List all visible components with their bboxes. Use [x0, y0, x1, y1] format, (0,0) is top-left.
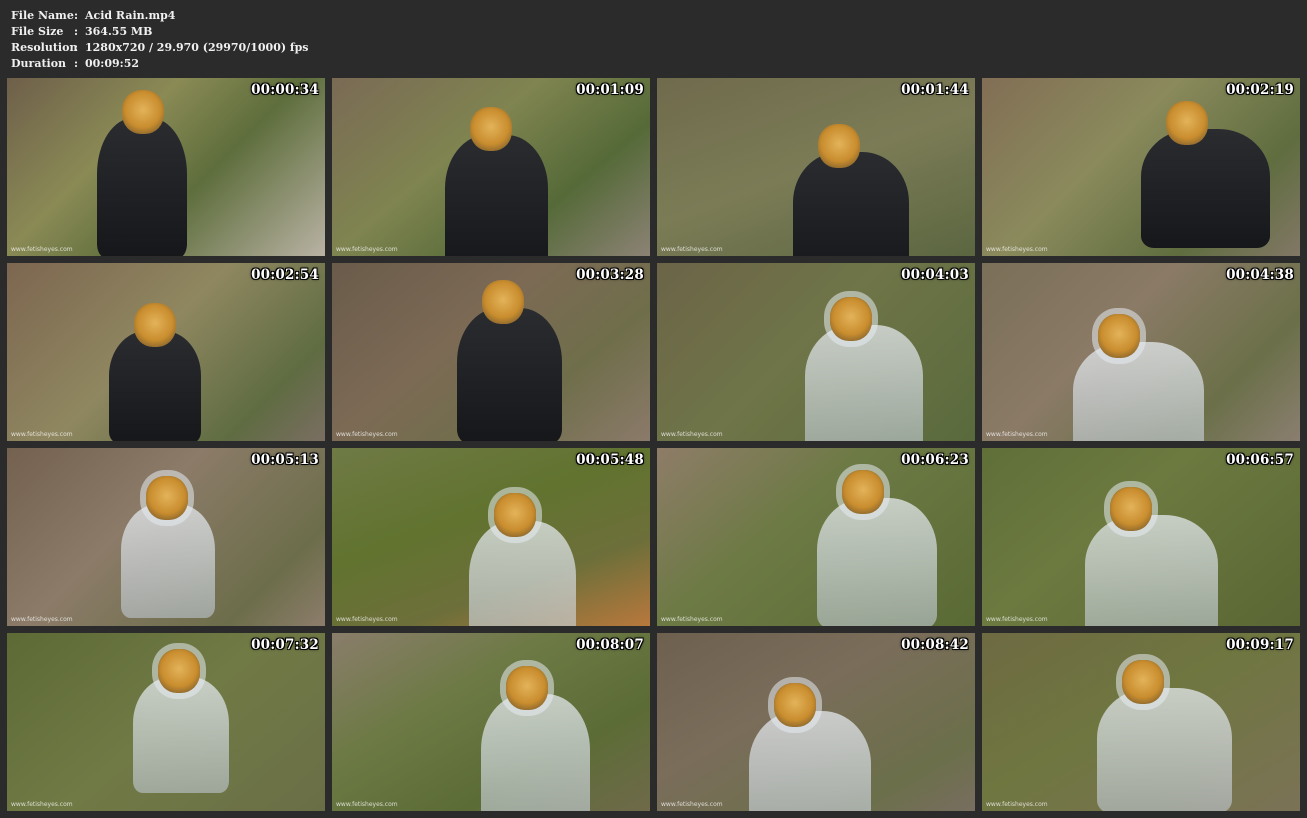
mask-shape	[1098, 314, 1140, 358]
mask-shape	[1122, 660, 1164, 704]
video-thumbnail: 00:08:07 www.fetisheyes.com	[332, 633, 650, 811]
separator: :	[74, 41, 79, 54]
watermark-text: www.fetisheyes.com	[11, 801, 73, 808]
separator: :	[74, 57, 79, 70]
figure-silhouette	[749, 711, 871, 811]
video-thumbnail: 00:02:54 www.fetisheyes.com	[7, 263, 325, 441]
mask-shape	[470, 107, 512, 151]
video-thumbnail: 00:02:19 www.fetisheyes.com	[982, 78, 1300, 256]
duration-row: Duration : 00:09:52	[11, 56, 309, 72]
file-size-row: File Size : 364.55 MB	[11, 24, 309, 40]
video-thumbnail: 00:09:17 www.fetisheyes.com	[982, 633, 1300, 811]
watermark-text: www.fetisheyes.com	[661, 246, 723, 253]
video-thumbnail: 00:01:44 www.fetisheyes.com	[657, 78, 975, 256]
video-thumbnail: 00:06:23 www.fetisheyes.com	[657, 448, 975, 626]
figure-silhouette	[805, 325, 923, 441]
video-thumbnail: 00:00:34 www.fetisheyes.com	[7, 78, 325, 256]
thumbnail-timestamp: 00:03:28	[576, 267, 644, 283]
duration-value: 00:09:52	[85, 57, 140, 70]
mask-shape	[146, 476, 188, 520]
file-size-value: 364.55 MB	[85, 25, 153, 38]
watermark-text: www.fetisheyes.com	[336, 616, 398, 623]
thumbnail-timestamp: 00:08:07	[576, 637, 644, 653]
video-thumbnail: 00:05:48 www.fetisheyes.com	[332, 448, 650, 626]
watermark-text: www.fetisheyes.com	[336, 246, 398, 253]
watermark-text: www.fetisheyes.com	[986, 801, 1048, 808]
thumbnail-timestamp: 00:00:34	[251, 82, 319, 98]
watermark-text: www.fetisheyes.com	[336, 801, 398, 808]
mask-shape	[506, 666, 548, 710]
thumbnail-timestamp: 00:01:44	[901, 82, 969, 98]
video-thumbnail: 00:04:38 www.fetisheyes.com	[982, 263, 1300, 441]
thumbnail-timestamp: 00:05:48	[576, 452, 644, 468]
video-thumbnail: 00:06:57 www.fetisheyes.com	[982, 448, 1300, 626]
mask-shape	[1166, 101, 1208, 145]
video-thumbnail: 00:08:42 www.fetisheyes.com	[657, 633, 975, 811]
thumbnail-timestamp: 00:04:03	[901, 267, 969, 283]
thumbnail-timestamp: 00:05:13	[251, 452, 319, 468]
figure-silhouette	[481, 694, 590, 811]
watermark-text: www.fetisheyes.com	[986, 431, 1048, 438]
file-name-row: File Name : Acid Rain.mp4	[11, 8, 309, 24]
figure-silhouette	[1141, 129, 1270, 248]
resolution-value: 1280x720 / 29.970 (29970/1000) fps	[85, 41, 309, 54]
file-name-label: File Name	[11, 9, 74, 22]
separator: :	[74, 25, 79, 38]
watermark-text: www.fetisheyes.com	[11, 431, 73, 438]
video-thumbnail: 00:05:13 www.fetisheyes.com	[7, 448, 325, 626]
resolution-label: Resolution	[11, 41, 78, 54]
figure-silhouette	[1073, 342, 1204, 441]
figure-silhouette	[445, 135, 548, 256]
thumbnail-timestamp: 00:01:09	[576, 82, 644, 98]
figure-silhouette	[469, 521, 576, 626]
thumbnail-timestamp: 00:06:57	[1226, 452, 1294, 468]
mask-shape	[494, 493, 536, 537]
file-info-header: File Name : Acid Rain.mp4 File Size : 36…	[11, 8, 309, 72]
thumbnail-timestamp: 00:07:32	[251, 637, 319, 653]
resolution-row: Resolution : 1280x720 / 29.970 (29970/10…	[11, 40, 309, 56]
mask-shape	[842, 470, 884, 514]
figure-silhouette	[109, 331, 201, 441]
mask-shape	[818, 124, 860, 168]
figure-silhouette	[457, 308, 562, 441]
thumbnail-grid: 00:00:34 www.fetisheyes.com 00:01:09 www.fe…	[7, 78, 1301, 811]
thumbnail-timestamp: 00:02:19	[1226, 82, 1294, 98]
figure-silhouette	[1085, 515, 1218, 626]
mask-shape	[122, 90, 164, 134]
mask-shape	[158, 649, 200, 693]
watermark-text: www.fetisheyes.com	[986, 616, 1048, 623]
thumbnail-timestamp: 00:04:38	[1226, 267, 1294, 283]
video-thumbnail: 00:01:09 www.fetisheyes.com	[332, 78, 650, 256]
video-thumbnail: 00:07:32 www.fetisheyes.com	[7, 633, 325, 811]
duration-label: Duration	[11, 57, 67, 70]
video-thumbnail: 00:04:03 www.fetisheyes.com	[657, 263, 975, 441]
thumbnail-timestamp: 00:06:23	[901, 452, 969, 468]
watermark-text: www.fetisheyes.com	[661, 801, 723, 808]
mask-shape	[134, 303, 176, 347]
watermark-text: www.fetisheyes.com	[11, 616, 73, 623]
watermark-text: www.fetisheyes.com	[11, 246, 73, 253]
mask-shape	[774, 683, 816, 727]
watermark-text: www.fetisheyes.com	[661, 616, 723, 623]
separator: :	[74, 9, 79, 22]
mask-shape	[830, 297, 872, 341]
thumbnail-timestamp: 00:08:42	[901, 637, 969, 653]
figure-silhouette	[817, 498, 937, 626]
file-name-value: Acid Rain.mp4	[85, 9, 176, 22]
watermark-text: www.fetisheyes.com	[336, 431, 398, 438]
figure-silhouette	[793, 152, 909, 256]
figure-silhouette	[133, 677, 229, 793]
mask-shape	[482, 280, 524, 324]
thumbnail-timestamp: 00:09:17	[1226, 637, 1294, 653]
file-size-label: File Size	[11, 25, 64, 38]
watermark-text: www.fetisheyes.com	[986, 246, 1048, 253]
video-thumbnail: 00:03:28 www.fetisheyes.com	[332, 263, 650, 441]
mask-shape	[1110, 487, 1152, 531]
figure-silhouette	[121, 504, 215, 618]
watermark-text: www.fetisheyes.com	[661, 431, 723, 438]
figure-silhouette	[97, 118, 187, 256]
thumbnail-timestamp: 00:02:54	[251, 267, 319, 283]
figure-silhouette	[1097, 688, 1232, 811]
